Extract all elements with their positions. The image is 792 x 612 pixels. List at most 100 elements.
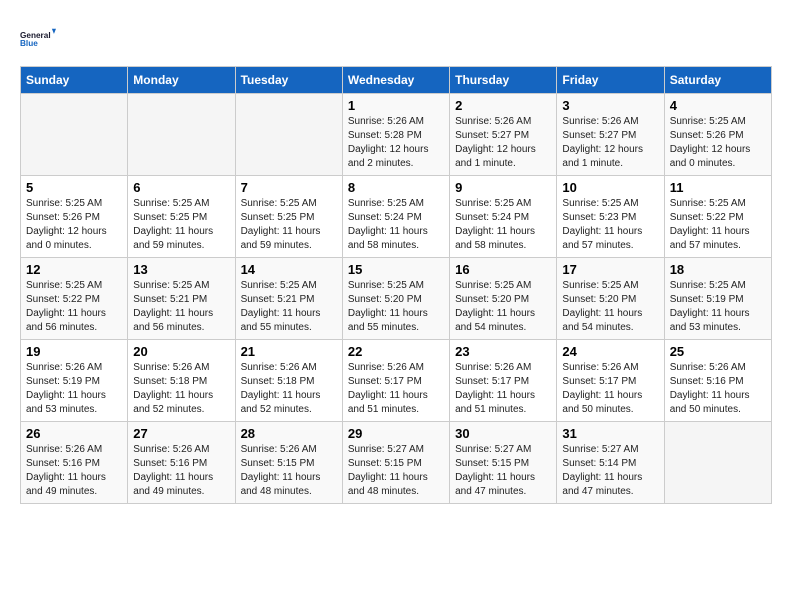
day-number: 8 [348,180,444,195]
calendar-day-cell: 31 Sunrise: 5:27 AMSunset: 5:14 PMDayligh… [557,422,664,504]
day-number: 14 [241,262,337,277]
day-number: 6 [133,180,229,195]
day-info: Sunrise: 5:25 AMSunset: 5:26 PMDaylight:… [26,197,122,253]
day-info: Sunrise: 5:26 AMSunset: 5:27 PMDaylight:… [562,115,658,171]
calendar-empty-cell [235,94,342,176]
calendar-day-cell: 13 Sunrise: 5:25 AMSunset: 5:21 PMDayligh… [128,258,235,340]
day-info: Sunrise: 5:26 AMSunset: 5:18 PMDaylight:… [133,361,229,417]
calendar-day-cell: 17 Sunrise: 5:25 AMSunset: 5:20 PMDayligh… [557,258,664,340]
day-number: 5 [26,180,122,195]
calendar-empty-cell [664,422,771,504]
day-number: 26 [26,426,122,441]
day-info: Sunrise: 5:25 AMSunset: 5:25 PMDaylight:… [133,197,229,253]
day-number: 28 [241,426,337,441]
day-number: 24 [562,344,658,359]
calendar-empty-cell [21,94,128,176]
calendar-day-cell: 10 Sunrise: 5:25 AMSunset: 5:23 PMDayligh… [557,176,664,258]
calendar-day-cell: 25Sunrise: 5:26 AMSunset: 5:16 PMDayligh… [664,340,771,422]
calendar-day-cell: 8 Sunrise: 5:25 AMSunset: 5:24 PMDaylight… [342,176,449,258]
day-number: 20 [133,344,229,359]
calendar-day-cell: 16 Sunrise: 5:25 AMSunset: 5:20 PMDayligh… [450,258,557,340]
calendar-day-cell: 4Sunrise: 5:25 AMSunset: 5:26 PMDaylight… [664,94,771,176]
calendar-day-cell: 22Sunrise: 5:26 AMSunset: 5:17 PMDayligh… [342,340,449,422]
day-info: Sunrise: 5:26 AMSunset: 5:17 PMDaylight:… [562,361,658,417]
day-number: 30 [455,426,551,441]
day-of-week-header: Saturday [664,67,771,94]
day-info: Sunrise: 5:26 AMSunset: 5:17 PMDaylight:… [348,361,444,417]
page-header: General Blue [20,20,772,56]
day-info: Sunrise: 5:25 AMSunset: 5:21 PMDaylight:… [133,279,229,335]
calendar-week-row: 1 Sunrise: 5:26 AMSunset: 5:28 PMDaylight… [21,94,772,176]
calendar-day-cell: 2 Sunrise: 5:26 AMSunset: 5:27 PMDaylight… [450,94,557,176]
day-info: Sunrise: 5:26 AMSunset: 5:27 PMDaylight:… [455,115,551,171]
day-info: Sunrise: 5:25 AMSunset: 5:20 PMDaylight:… [348,279,444,335]
day-of-week-header: Wednesday [342,67,449,94]
day-info: Sunrise: 5:25 AMSunset: 5:20 PMDaylight:… [455,279,551,335]
day-info: Sunrise: 5:25 AMSunset: 5:24 PMDaylight:… [348,197,444,253]
day-info: Sunrise: 5:25 AMSunset: 5:20 PMDaylight:… [562,279,658,335]
day-of-week-header: Monday [128,67,235,94]
day-number: 21 [241,344,337,359]
calendar-week-row: 26 Sunrise: 5:26 AMSunset: 5:16 PMDayligh… [21,422,772,504]
calendar-day-cell: 19 Sunrise: 5:26 AMSunset: 5:19 PMDayligh… [21,340,128,422]
day-of-week-header: Sunday [21,67,128,94]
calendar-day-cell: 26 Sunrise: 5:26 AMSunset: 5:16 PMDayligh… [21,422,128,504]
day-info: Sunrise: 5:26 AMSunset: 5:17 PMDaylight:… [455,361,551,417]
day-number: 16 [455,262,551,277]
day-info: Sunrise: 5:25 AMSunset: 5:19 PMDaylight:… [670,279,766,335]
day-number: 10 [562,180,658,195]
day-info: Sunrise: 5:26 AMSunset: 5:16 PMDaylight:… [133,443,229,499]
calendar-table: SundayMondayTuesdayWednesdayThursdayFrid… [20,66,772,504]
day-info: Sunrise: 5:27 AMSunset: 5:14 PMDaylight:… [562,443,658,499]
day-number: 12 [26,262,122,277]
calendar-day-cell: 23 Sunrise: 5:26 AMSunset: 5:17 PMDayligh… [450,340,557,422]
day-number: 27 [133,426,229,441]
calendar-day-cell: 18 Sunrise: 5:25 AMSunset: 5:19 PMDayligh… [664,258,771,340]
calendar-day-cell: 9 Sunrise: 5:25 AMSunset: 5:24 PMDaylight… [450,176,557,258]
day-info: Sunrise: 5:25 AMSunset: 5:24 PMDaylight:… [455,197,551,253]
day-number: 13 [133,262,229,277]
day-info: Sunrise: 5:26 AMSunset: 5:19 PMDaylight:… [26,361,122,417]
calendar-week-row: 12 Sunrise: 5:25 AMSunset: 5:22 PMDayligh… [21,258,772,340]
day-info: Sunrise: 5:26 AMSunset: 5:16 PMDaylight:… [26,443,122,499]
calendar-day-cell: 20 Sunrise: 5:26 AMSunset: 5:18 PMDayligh… [128,340,235,422]
day-number: 11 [670,180,766,195]
day-info: Sunrise: 5:25 AMSunset: 5:26 PMDaylight:… [670,115,766,171]
calendar-day-cell: 14Sunrise: 5:25 AMSunset: 5:21 PMDayligh… [235,258,342,340]
svg-text:Blue: Blue [20,39,38,48]
day-info: Sunrise: 5:25 AMSunset: 5:22 PMDaylight:… [670,197,766,253]
day-number: 17 [562,262,658,277]
day-info: Sunrise: 5:25 AMSunset: 5:23 PMDaylight:… [562,197,658,253]
day-number: 9 [455,180,551,195]
day-number: 3 [562,98,658,113]
calendar-day-cell: 15 Sunrise: 5:25 AMSunset: 5:20 PMDayligh… [342,258,449,340]
calendar-day-cell: 29 Sunrise: 5:27 AMSunset: 5:15 PMDayligh… [342,422,449,504]
calendar-day-cell: 30Sunrise: 5:27 AMSunset: 5:15 PMDayligh… [450,422,557,504]
calendar-week-row: 5 Sunrise: 5:25 AMSunset: 5:26 PMDaylight… [21,176,772,258]
calendar-day-cell: 21Sunrise: 5:26 AMSunset: 5:18 PMDayligh… [235,340,342,422]
day-info: Sunrise: 5:26 AMSunset: 5:28 PMDaylight:… [348,115,444,171]
day-number: 15 [348,262,444,277]
day-info: Sunrise: 5:25 AMSunset: 5:25 PMDaylight:… [241,197,337,253]
day-number: 1 [348,98,444,113]
day-number: 31 [562,426,658,441]
day-of-week-header: Thursday [450,67,557,94]
calendar-day-cell: 28Sunrise: 5:26 AMSunset: 5:15 PMDayligh… [235,422,342,504]
day-info: Sunrise: 5:27 AMSunset: 5:15 PMDaylight:… [348,443,444,499]
svg-text:General: General [20,31,51,40]
day-number: 19 [26,344,122,359]
calendar-day-cell: 6 Sunrise: 5:25 AMSunset: 5:25 PMDaylight… [128,176,235,258]
day-of-week-header: Friday [557,67,664,94]
day-number: 25 [670,344,766,359]
calendar-day-cell: 27 Sunrise: 5:26 AMSunset: 5:16 PMDayligh… [128,422,235,504]
day-number: 2 [455,98,551,113]
logo: General Blue [20,20,56,56]
calendar-day-cell: 1 Sunrise: 5:26 AMSunset: 5:28 PMDaylight… [342,94,449,176]
day-number: 18 [670,262,766,277]
day-info: Sunrise: 5:25 AMSunset: 5:22 PMDaylight:… [26,279,122,335]
day-number: 23 [455,344,551,359]
calendar-day-cell: 3 Sunrise: 5:26 AMSunset: 5:27 PMDaylight… [557,94,664,176]
calendar-day-cell: 7Sunrise: 5:25 AMSunset: 5:25 PMDaylight… [235,176,342,258]
calendar-day-cell: 11 Sunrise: 5:25 AMSunset: 5:22 PMDayligh… [664,176,771,258]
day-number: 29 [348,426,444,441]
